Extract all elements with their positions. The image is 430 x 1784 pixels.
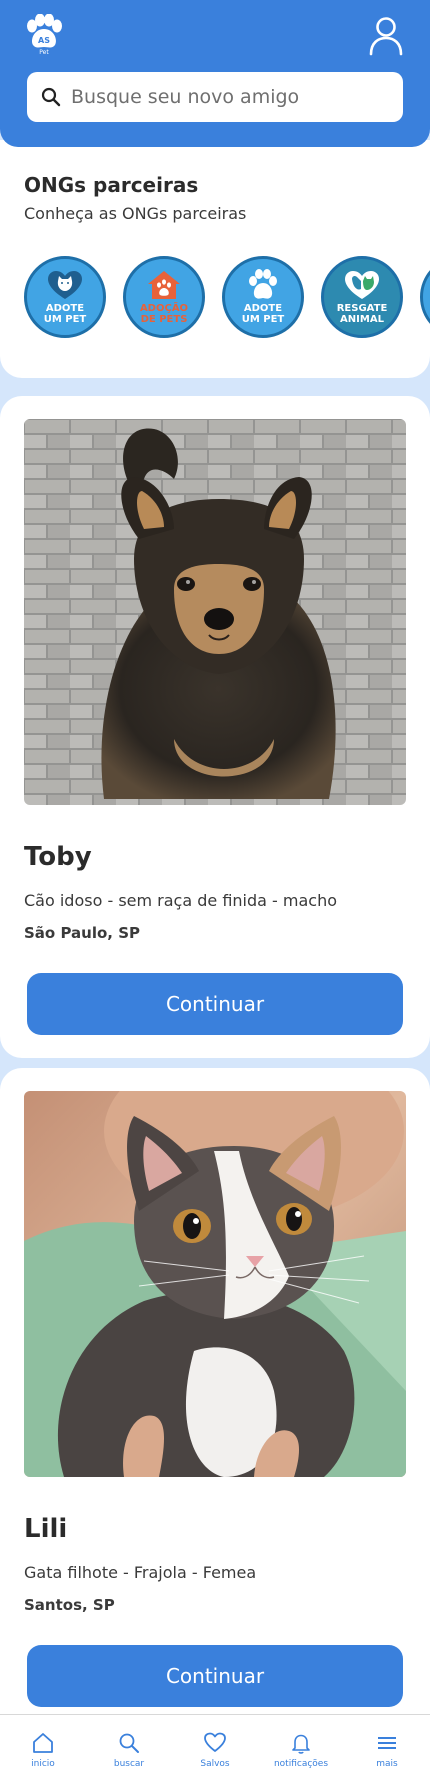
continue-button[interactable]: Continuar xyxy=(27,1645,403,1707)
svg-text:Pet: Pet xyxy=(39,49,49,56)
svg-text:AS: AS xyxy=(38,36,50,45)
bell-icon xyxy=(292,1734,310,1754)
search-icon xyxy=(119,1733,139,1753)
pet-photo-dog[interactable] xyxy=(24,419,406,805)
nav-item-buscar[interactable]: buscar xyxy=(86,1715,172,1784)
kitten-photo xyxy=(24,1091,406,1477)
search-bar[interactable] xyxy=(27,72,403,122)
ong-logo-adote-um-pet-2[interactable]: ADOTE UM PET xyxy=(222,256,304,338)
dog-photo xyxy=(24,419,406,805)
pet-description: Cão idoso - sem raça de finida - macho xyxy=(24,891,338,910)
nav-label: buscar xyxy=(113,1758,145,1769)
pet-location: São Paulo, SP xyxy=(24,924,141,942)
paw-logo-icon: AS Pet xyxy=(27,13,62,56)
ong-logo-partial[interactable] xyxy=(420,256,430,338)
ong-carousel[interactable]: ADOTE UM PET ADOÇÃO DE PETS ADOTE UM PET RE… xyxy=(24,256,430,340)
profile-button[interactable] xyxy=(368,16,404,56)
bottom-navigation: inicio buscar Salvos notificações mais xyxy=(0,1714,430,1784)
pet-name: Lili xyxy=(24,1514,68,1544)
pet-name: Toby xyxy=(24,842,92,872)
ong-logo-adote-um-pet[interactable]: ADOTE UM PET xyxy=(24,256,106,338)
pet-card: Lili Gata filhote - Frajola - Femea Sant… xyxy=(0,1068,430,1748)
nav-label: Salvos xyxy=(200,1758,230,1769)
home-icon xyxy=(33,1732,53,1753)
search-input[interactable] xyxy=(71,86,391,108)
continue-button[interactable]: Continuar xyxy=(27,973,403,1035)
pet-description: Gata filhote - Frajola - Femea xyxy=(24,1563,257,1582)
as-pet-logo[interactable]: AS Pet xyxy=(24,13,64,56)
ong-logo-adocao-de-pets[interactable]: ADOÇÃO DE PETS xyxy=(123,256,205,338)
ong-logo-resgate-animal[interactable]: RESGATE ANIMAL xyxy=(321,256,403,338)
pet-location: Santos, SP xyxy=(24,1596,115,1614)
pet-photo-kitten[interactable] xyxy=(24,1091,406,1477)
heart-icon xyxy=(204,1732,226,1752)
ong-section-subtitle: Conheça as ONGs parceiras xyxy=(24,204,247,223)
nav-item-mais[interactable]: mais xyxy=(344,1715,430,1784)
cat-heart-icon xyxy=(48,271,82,299)
pet-card: Toby Cão idoso - sem raça de finida - ma… xyxy=(0,396,430,1058)
nav-item-notificacoes[interactable]: notificações xyxy=(258,1715,344,1784)
nav-item-inicio[interactable]: inicio xyxy=(0,1715,86,1784)
nav-item-salvos[interactable]: Salvos xyxy=(172,1715,258,1784)
app-header: AS Pet xyxy=(0,0,430,147)
search-icon xyxy=(41,87,61,107)
nav-label: notificações xyxy=(273,1758,329,1769)
ong-section-title: ONGs parceiras xyxy=(24,173,199,197)
paw-icon xyxy=(249,269,277,299)
nav-label: inicio xyxy=(31,1758,55,1769)
user-icon xyxy=(369,17,403,56)
dog-cat-heart-icon xyxy=(345,271,379,299)
house-paw-icon xyxy=(148,271,180,299)
nav-label: mais xyxy=(376,1758,398,1769)
menu-icon xyxy=(378,1736,396,1749)
